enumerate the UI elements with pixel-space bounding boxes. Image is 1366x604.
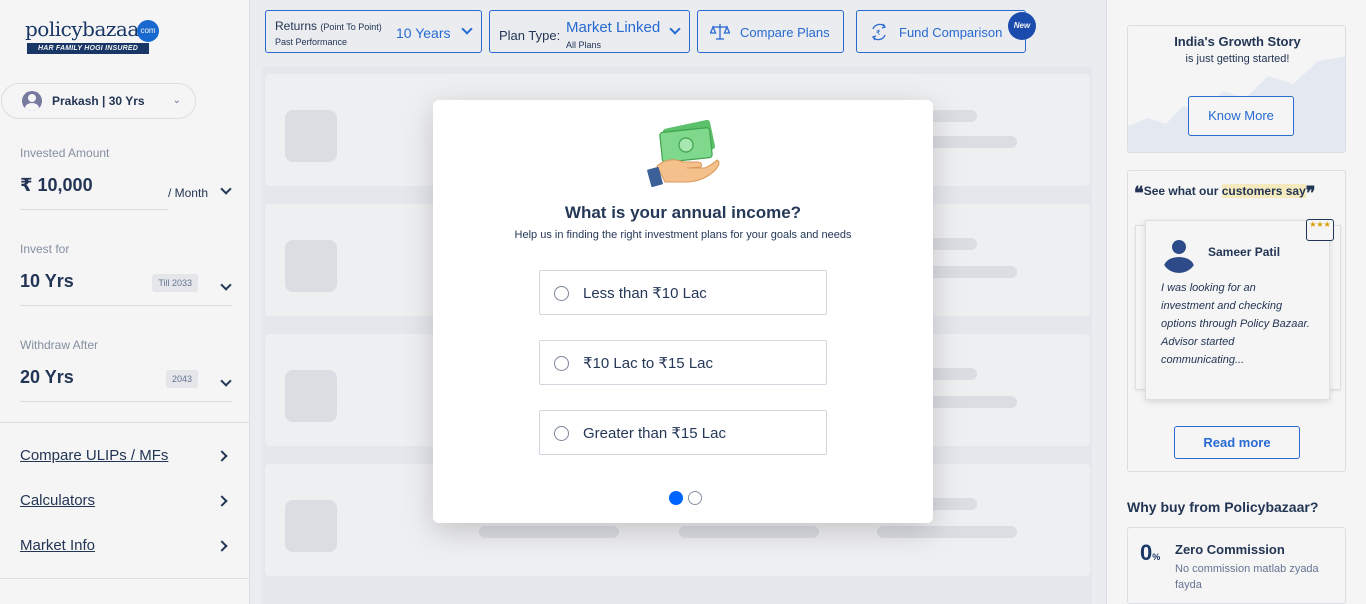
option-label: ₹10 Lac to ₹15 Lac (583, 355, 714, 372)
radio-icon[interactable] (554, 356, 569, 371)
income-modal: What is your annual income? Help us in f… (433, 100, 933, 523)
income-option-10-to-15[interactable]: ₹10 Lac to ₹15 Lac (539, 340, 827, 385)
step-indicator (669, 491, 709, 505)
option-label: Greater than ₹15 Lac (583, 425, 726, 442)
radio-icon[interactable] (554, 286, 569, 301)
step-dot-active[interactable] (669, 491, 683, 505)
step-dot-inactive[interactable] (688, 491, 702, 505)
option-label: Less than ₹10 Lac (583, 285, 707, 302)
money-hand-icon (647, 118, 723, 190)
modal-subtitle: Help us in finding the right investment … (514, 229, 852, 241)
modal-title: What is your annual income? (564, 203, 802, 222)
radio-icon[interactable] (554, 426, 569, 441)
income-option-greater-than-15[interactable]: Greater than ₹15 Lac (539, 410, 827, 455)
income-option-less-than-10[interactable]: Less than ₹10 Lac (539, 270, 827, 315)
